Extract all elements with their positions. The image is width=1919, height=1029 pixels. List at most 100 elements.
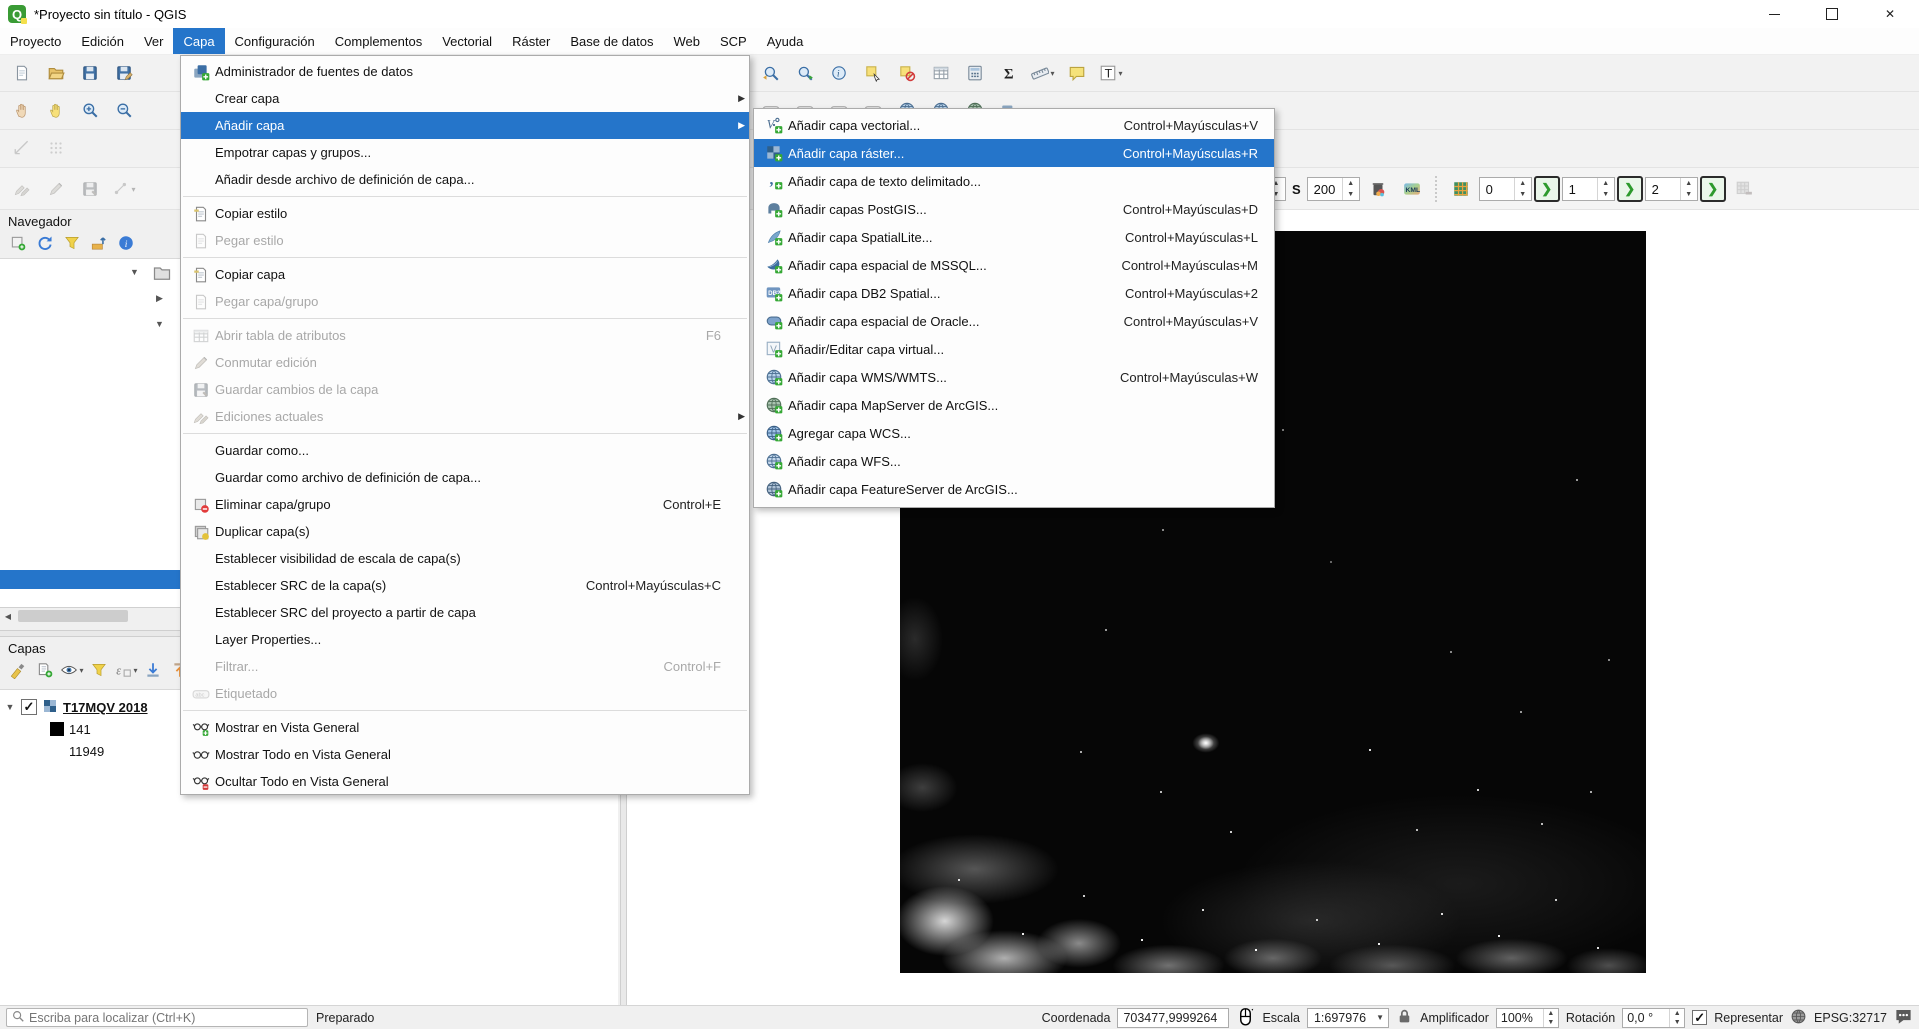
messages-button[interactable] <box>1894 1007 1913 1029</box>
close-button[interactable] <box>1861 0 1919 28</box>
menu-item-crear-capa[interactable]: Crear capa ▶ <box>181 85 749 112</box>
menu-item-anadir-capa[interactable]: Añadir capa ▶ <box>181 112 749 139</box>
spin-up-icon[interactable]: ▲ <box>1343 178 1359 189</box>
menu-item-empotrar-capas[interactable]: Empotrar capas y grupos... ▶ <box>181 139 749 166</box>
menu-item-anadir-capa-raster[interactable]: Añadir capa ráster... Control+Mayúsculas… <box>754 139 1274 167</box>
menu-item-anadir-capa-arcgis-featureserver[interactable]: Añadir capa FeatureServer de ArcGIS... <box>754 475 1274 503</box>
spin-down-icon[interactable]: ▼ <box>1598 189 1614 200</box>
minimize-button[interactable] <box>1745 0 1803 28</box>
collapse-arrow-icon[interactable]: ▼ <box>4 702 16 712</box>
menu-item-establecer-src-capa[interactable]: Establecer SRC de la capa(s) Control+May… <box>181 572 749 599</box>
menu-item-anadir-capa-mssql[interactable]: Añadir capa espacial de MSSQL... Control… <box>754 251 1274 279</box>
field-calculator-button[interactable] <box>959 58 991 88</box>
extent-toggle-button[interactable] <box>1236 1007 1255 1029</box>
menu-item-anadir-capa-db2[interactable]: DB2 Añadir capa DB2 Spatial... Control+M… <box>754 279 1274 307</box>
scroll-left-icon[interactable]: ◀ <box>0 608 16 624</box>
magnifier-spinner[interactable]: 100%▲▼ <box>1496 1008 1559 1028</box>
scp-color-composite-button[interactable] <box>1362 174 1394 204</box>
open-attribute-table-button[interactable] <box>925 58 957 88</box>
menu-item-ocultar-todo-vista-general[interactable]: Ocultar Todo en Vista General ▶ <box>181 768 749 795</box>
menu-item-anadir-capa-arcgis-mapserver[interactable]: Añadir capa MapServer de ArcGIS... <box>754 391 1274 419</box>
snapping-button[interactable] <box>40 133 72 163</box>
collapse-arrow-icon[interactable]: ▼ <box>155 319 164 329</box>
pan-to-selection-button[interactable] <box>40 95 72 125</box>
spin-down-icon[interactable]: ▼ <box>1515 189 1531 200</box>
crs-status[interactable]: EPSG:32717 <box>1814 1011 1887 1025</box>
scp-apply-band-2-button[interactable]: ❯ <box>1700 176 1726 202</box>
manage-visibility-button[interactable]: ▾ <box>60 659 84 681</box>
menu-item-anadir-capa-wms[interactable]: Añadir capa WMS/WMTS... Control+Mayúscul… <box>754 363 1274 391</box>
layer-styling-button[interactable] <box>6 659 30 681</box>
menu-capa[interactable]: Capa <box>173 28 224 54</box>
chevron-down-icon[interactable]: ▼ <box>1372 1013 1388 1022</box>
menu-item-copiar-capa[interactable]: Copiar capa ▶ <box>181 261 749 288</box>
zoom-last-button[interactable] <box>755 58 787 88</box>
zoom-out-button[interactable] <box>108 95 140 125</box>
menu-item-anadir-capa-wfs[interactable]: Añadir capa WFS... <box>754 447 1274 475</box>
spin-up-icon[interactable]: ▲ <box>1598 178 1614 189</box>
browser-add-layer-button[interactable] <box>6 232 30 254</box>
spin-up-icon[interactable]: ▲ <box>1670 1009 1684 1018</box>
menu-item-duplicar-capas[interactable]: Duplicar capa(s) ▶ <box>181 518 749 545</box>
menu-base-de-datos[interactable]: Base de datos <box>560 28 663 54</box>
current-edits-button[interactable] <box>6 174 38 204</box>
menu-edicion[interactable]: Edición <box>71 28 134 54</box>
menu-ayuda[interactable]: Ayuda <box>757 28 814 54</box>
menu-item-layer-properties[interactable]: Layer Properties... ▶ <box>181 626 749 653</box>
expand-all-button[interactable] <box>141 659 165 681</box>
menu-item-guardar-como[interactable]: Guardar como... ▶ <box>181 437 749 464</box>
save-layer-edits-button[interactable] <box>74 174 106 204</box>
deselect-features-button[interactable] <box>891 58 923 88</box>
expression-filter-button[interactable]: ε▾ <box>114 659 138 681</box>
browser-filter-button[interactable] <box>60 232 84 254</box>
menu-raster[interactable]: Ráster <box>502 28 560 54</box>
spin-down-icon[interactable]: ▼ <box>1544 1018 1558 1027</box>
scale-lock-button[interactable] <box>1396 1008 1413 1028</box>
text-annotation-button[interactable]: T▾ <box>1095 58 1127 88</box>
save-project-as-button[interactable] <box>108 58 140 88</box>
select-features-button[interactable] <box>857 58 889 88</box>
menu-item-guardar-como-archivo-definicion[interactable]: Guardar como archivo de definición de ca… <box>181 464 749 491</box>
scp-grid-button[interactable] <box>1445 174 1477 204</box>
toggle-editing-button[interactable] <box>40 174 72 204</box>
spin-down-icon[interactable]: ▼ <box>1681 189 1697 200</box>
digitize-feature-button[interactable]: ▾ <box>108 174 140 204</box>
toolbar-handle[interactable] <box>1433 176 1440 202</box>
menu-item-guardar-cambios-capa[interactable]: Guardar cambios de la capa ▶ <box>181 376 749 403</box>
zoom-in-button[interactable] <box>74 95 106 125</box>
menu-web[interactable]: Web <box>664 28 711 54</box>
menu-proyecto[interactable]: Proyecto <box>0 28 71 54</box>
advanced-digitizing-button[interactable] <box>6 133 38 163</box>
menu-item-anadir-capa-texto-delimitado[interactable]: , Añadir capa de texto delimitado... <box>754 167 1274 195</box>
spin-up-icon[interactable]: ▲ <box>1515 178 1531 189</box>
menu-scp[interactable]: SCP <box>710 28 757 54</box>
add-group-button[interactable] <box>33 659 57 681</box>
zoom-next-button[interactable] <box>789 58 821 88</box>
menu-item-anadir-capa-vectorial[interactable]: V Añadir capa vectorial... Control+Mayús… <box>754 111 1274 139</box>
scp-kml-button[interactable]: KML <box>1396 174 1428 204</box>
menu-item-filtrar[interactable]: Filtrar... Control+F ▶ <box>181 653 749 680</box>
menu-item-ediciones-actuales[interactable]: Ediciones actuales ▶ <box>181 403 749 430</box>
open-project-button[interactable] <box>40 58 72 88</box>
maximize-button[interactable] <box>1803 0 1861 28</box>
spin-down-icon[interactable]: ▼ <box>1670 1018 1684 1027</box>
identify-features-button[interactable]: i <box>823 58 855 88</box>
scp-remove-button[interactable] <box>1728 174 1760 204</box>
spin-up-icon[interactable]: ▲ <box>1681 178 1697 189</box>
menu-item-anadir-capa-spatialite[interactable]: Añadir capa SpatialLite... Control+Mayús… <box>754 223 1274 251</box>
scale-combo[interactable]: 1:697976▼ <box>1307 1008 1389 1028</box>
scp-band-0-spinner[interactable]: 0▲▼ <box>1479 177 1532 201</box>
pan-map-button[interactable] <box>6 95 38 125</box>
scp-s-value-spinner[interactable]: 200▲▼ <box>1307 177 1360 201</box>
menu-item-administrador-fuentes-datos[interactable]: Administrador de fuentes de datos ▶ <box>181 58 749 85</box>
menu-item-copiar-estilo[interactable]: Copiar estilo ▶ <box>181 200 749 227</box>
render-checkbox[interactable]: ✓ <box>1692 1010 1707 1025</box>
menu-vectorial[interactable]: Vectorial <box>432 28 502 54</box>
menu-item-pegar-estilo[interactable]: Pegar estilo ▶ <box>181 227 749 254</box>
menu-item-eliminar-capa-grupo[interactable]: Eliminar capa/grupo Control+E ▶ <box>181 491 749 518</box>
menu-item-abrir-tabla-atributos[interactable]: Abrir tabla de atributos F6 ▶ <box>181 322 749 349</box>
menu-configuracion[interactable]: Configuración <box>225 28 325 54</box>
rotation-spinner[interactable]: 0,0 °▲▼ <box>1622 1008 1685 1028</box>
menu-item-anadir-desde-archivo[interactable]: Añadir desde archivo de definición de ca… <box>181 166 749 193</box>
save-project-button[interactable] <box>74 58 106 88</box>
